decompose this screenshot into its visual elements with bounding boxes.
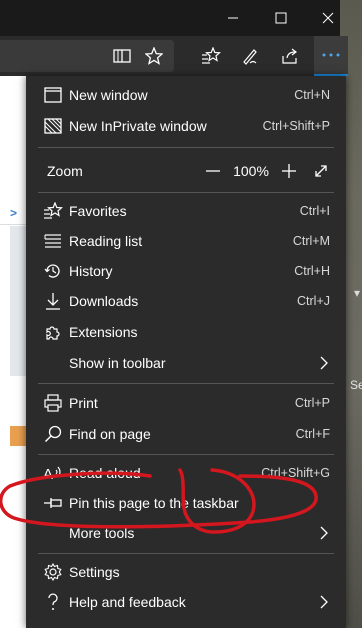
menu-item-label: Pin this page to the taskbar (69, 495, 239, 511)
puzzle-icon (43, 322, 63, 342)
menu-item-more-tools[interactable]: More tools (26, 518, 346, 548)
page-image (10, 226, 26, 376)
menu-item-zoom: Zoom 100% (26, 156, 346, 186)
menu-item-read-aloud[interactable]: A Read aloud Ctrl+Shift+G (26, 458, 346, 488)
title-bar (0, 0, 340, 36)
page-button (10, 426, 26, 446)
page-link-glyph: > (10, 206, 18, 220)
svg-text:A: A (43, 466, 53, 482)
menu-item-reading-list[interactable]: Reading list Ctrl+M (26, 226, 346, 256)
chevron-right-icon (320, 595, 328, 609)
minimize-icon (228, 17, 238, 19)
shortcut-text: Ctrl+P (294, 396, 330, 410)
menu-item-label: Extensions (69, 324, 138, 340)
fullscreen-button[interactable] (310, 156, 332, 186)
add-favorite-button[interactable] (140, 42, 168, 70)
shortcut-text: Ctrl+H (294, 264, 330, 278)
zoom-in-button[interactable] (278, 156, 300, 186)
favorites-hub-icon (202, 47, 221, 64)
menu-item-favorites[interactable]: Favorites Ctrl+I (26, 196, 346, 226)
menu-item-label: Find on page (69, 426, 151, 442)
chevron-right-icon (320, 356, 328, 370)
shortcut-text: Ctrl+N (294, 88, 330, 102)
chevron-right-icon (320, 526, 328, 540)
reading-list-icon (43, 231, 63, 251)
close-button[interactable] (305, 0, 351, 36)
menu-item-extensions[interactable]: Extensions (26, 317, 346, 347)
history-icon (43, 261, 63, 281)
inprivate-icon (43, 116, 63, 136)
menu-item-print[interactable]: Print Ctrl+P (26, 388, 346, 418)
settings-and-more-button[interactable] (314, 36, 348, 76)
menu-item-label: Downloads (69, 293, 139, 309)
shortcut-text: Ctrl+I (299, 204, 330, 218)
download-icon (43, 291, 63, 311)
zoom-out-button[interactable] (202, 156, 224, 186)
plus-icon (282, 164, 296, 178)
background-text: Se (350, 378, 362, 392)
menu-item-label: Favorites (69, 203, 127, 219)
settings-menu: New window Ctrl+N New InPrivate window C… (26, 76, 346, 628)
zoom-label: Zoom (47, 163, 83, 179)
more-icon (322, 53, 340, 57)
menu-item-label: Reading list (69, 233, 143, 249)
search-icon (43, 424, 63, 444)
printer-icon (43, 393, 63, 413)
menu-item-label: New window (69, 87, 148, 103)
share-icon (282, 48, 297, 64)
menu-item-history[interactable]: History Ctrl+H (26, 256, 346, 286)
minimize-button[interactable] (210, 0, 256, 36)
menu-item-label: Print (69, 395, 98, 411)
menu-item-downloads[interactable]: Downloads Ctrl+J (26, 286, 346, 316)
maximize-icon (275, 12, 287, 24)
fullscreen-icon (315, 165, 327, 177)
favorites-hub-button[interactable] (197, 42, 225, 70)
minus-icon (206, 170, 220, 172)
gear-icon (43, 562, 63, 582)
favorite-star-icon (145, 47, 163, 65)
menu-divider (38, 192, 334, 193)
page-divider (0, 224, 26, 225)
web-page-content: > (0, 76, 26, 628)
share-button[interactable] (276, 42, 304, 70)
menu-item-settings[interactable]: Settings (26, 557, 346, 587)
menu-item-label: Show in toolbar (69, 355, 166, 371)
menu-item-show-in-toolbar[interactable]: Show in toolbar (26, 348, 346, 378)
menu-divider (38, 553, 334, 554)
menu-item-label: More tools (69, 525, 135, 541)
menu-divider (38, 454, 334, 455)
pen-icon (243, 49, 257, 65)
background-chevron-icon: ▾ (354, 286, 361, 300)
shortcut-text: Ctrl+M (292, 234, 330, 248)
shortcut-text: Ctrl+J (297, 294, 330, 308)
read-aloud-icon: A (43, 463, 63, 483)
menu-item-help-and-feedback[interactable]: Help and feedback (26, 587, 346, 617)
menu-item-new-inprivate-window[interactable]: New InPrivate window Ctrl+Shift+P (26, 111, 346, 141)
zoom-value: 100% (233, 163, 269, 179)
shortcut-text: Ctrl+Shift+G (261, 466, 330, 480)
menu-item-pin-to-taskbar[interactable]: Pin this page to the taskbar (26, 488, 346, 518)
new-window-icon (43, 85, 63, 105)
maximize-button[interactable] (258, 0, 304, 36)
menu-item-label: Settings (69, 564, 120, 580)
favorites-icon (43, 201, 63, 221)
menu-item-label: History (69, 263, 113, 279)
pin-icon (43, 493, 63, 513)
help-icon (43, 592, 63, 612)
shortcut-text: Ctrl+Shift+P (262, 119, 330, 133)
close-icon (322, 12, 334, 24)
shortcut-text: Ctrl+F (295, 427, 330, 441)
reading-view-button[interactable] (108, 42, 136, 70)
menu-item-find-on-page[interactable]: Find on page Ctrl+F (26, 419, 346, 449)
reading-view-icon (113, 49, 131, 63)
menu-item-label: Help and feedback (69, 594, 186, 610)
menu-item-new-window[interactable]: New window Ctrl+N (26, 80, 346, 110)
menu-divider (38, 147, 334, 148)
menu-divider (38, 383, 334, 384)
notes-button[interactable] (236, 42, 264, 70)
menu-item-label: New InPrivate window (69, 118, 207, 134)
menu-item-label: Read aloud (69, 465, 141, 481)
